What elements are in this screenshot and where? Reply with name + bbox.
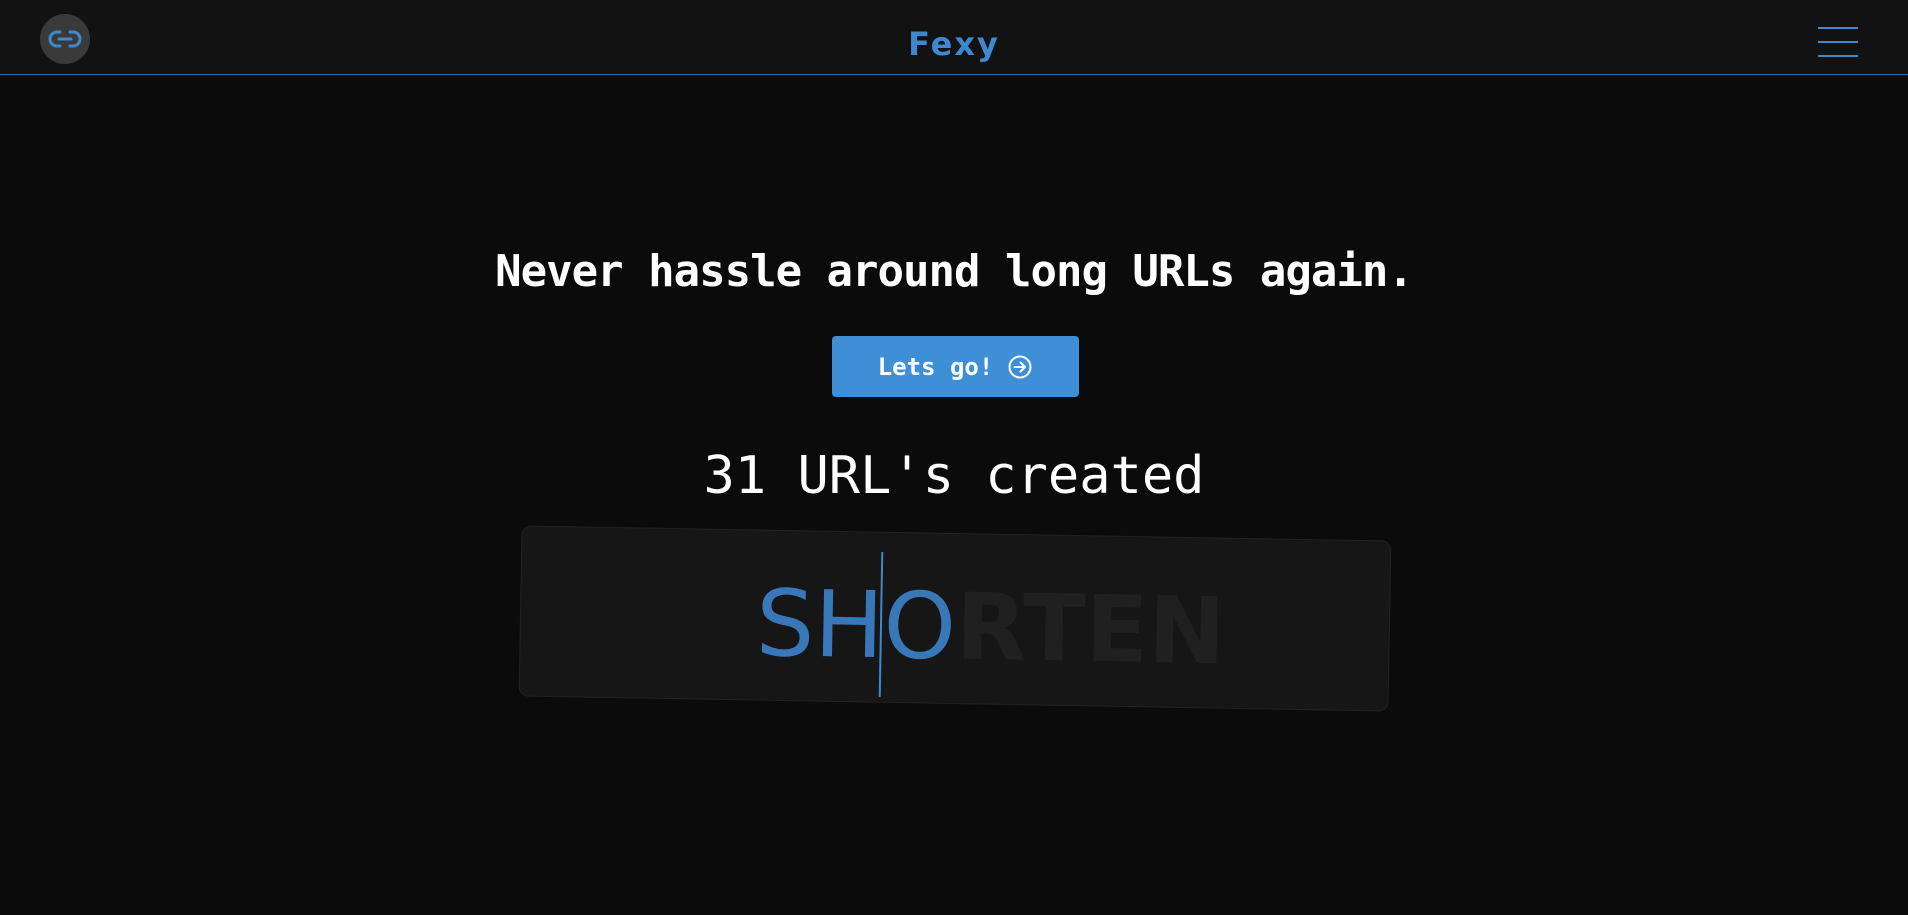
brand-title[interactable]: Fexy bbox=[908, 25, 1000, 63]
hamburger-bar bbox=[1818, 27, 1858, 29]
hamburger-bar bbox=[1818, 41, 1858, 43]
url-counter: 31 URL's created bbox=[703, 446, 1205, 506]
lets-go-label: Lets go! bbox=[877, 352, 994, 381]
navbar: Fexy bbox=[0, 0, 1908, 75]
arrow-right-circle-icon bbox=[1008, 355, 1032, 378]
remaining-text: RTEN bbox=[955, 573, 1227, 686]
hamburger-menu-icon[interactable] bbox=[1818, 25, 1858, 59]
typewriter-text: SHORTEN bbox=[755, 568, 1226, 688]
hero-headline: Never hassle around long URLs again. bbox=[495, 246, 1414, 297]
brand-title-wrapper: Fexy bbox=[0, 20, 1908, 68]
lets-go-button[interactable]: Lets go! bbox=[832, 336, 1079, 397]
hamburger-bar bbox=[1818, 55, 1858, 57]
typed-text: SHO bbox=[755, 570, 957, 681]
